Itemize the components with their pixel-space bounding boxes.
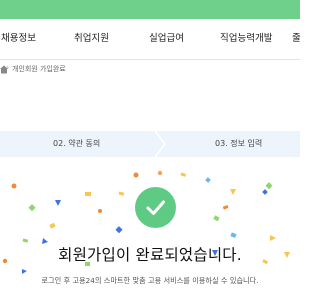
completion-description: 로그인 후 고용24의 스마트한 맞춤 고용 서비스를 이용하실 수 있습니다.	[41, 276, 259, 285]
signup-steps: 02. 약관 동의 03. 정보 입력	[0, 131, 300, 157]
completion-title: 회원가입이 완료되었습니다.	[58, 246, 242, 264]
nav-item-unemployment-benefits[interactable]: 실업급여	[149, 19, 184, 59]
nav-item-vocational-training[interactable]: 직업능력개발	[220, 19, 272, 59]
nav-item-employment-support[interactable]: 취업지원	[74, 19, 109, 59]
main-navigation: 채용정보 취업지원 실업급여 직업능력개발 줄	[0, 19, 301, 59]
breadcrumb-current: 개인회원 가입완료	[12, 65, 66, 73]
complete-check-badge	[135, 187, 176, 228]
step-terms-agreement: 02. 약관 동의	[53, 139, 101, 148]
step-arrow-icon	[154, 131, 166, 157]
check-icon	[146, 200, 165, 215]
breadcrumb-separator: ›	[6, 63, 10, 72]
step-info-input: 03. 정보 입력	[215, 139, 263, 148]
top-banner	[0, 0, 300, 19]
nav-item-truncated[interactable]: 줄	[292, 19, 301, 59]
breadcrumb: › 개인회원 가입완료	[0, 60, 300, 82]
nav-item-jobs[interactable]: 채용정보	[1, 19, 36, 59]
